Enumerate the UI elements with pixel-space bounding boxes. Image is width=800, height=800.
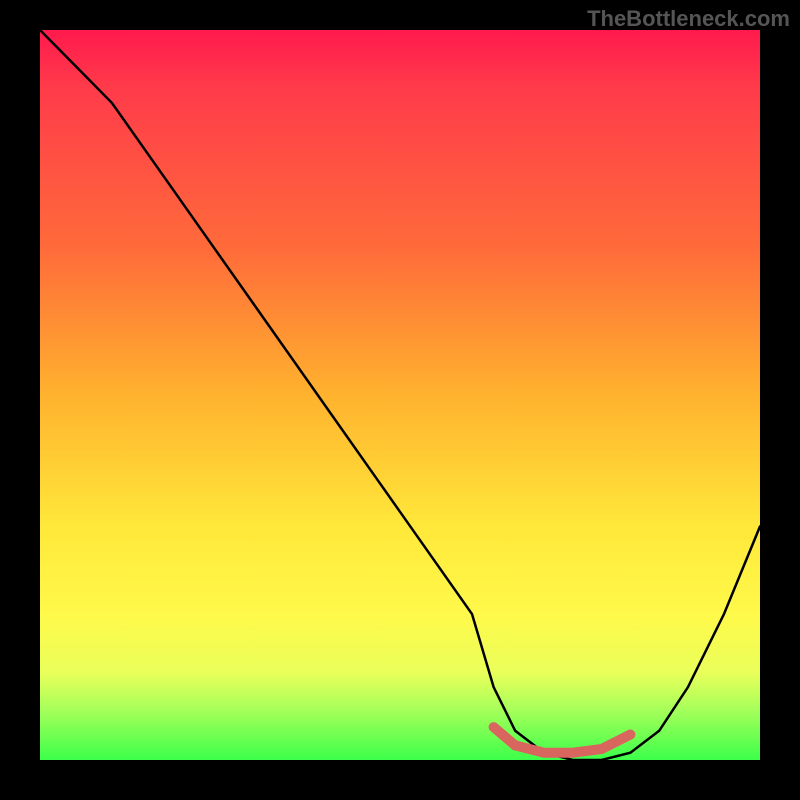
curve-svg [40,30,760,760]
watermark-text: TheBottleneck.com [587,6,790,32]
bottleneck-curve-path [40,30,760,760]
plot-area [40,30,760,760]
